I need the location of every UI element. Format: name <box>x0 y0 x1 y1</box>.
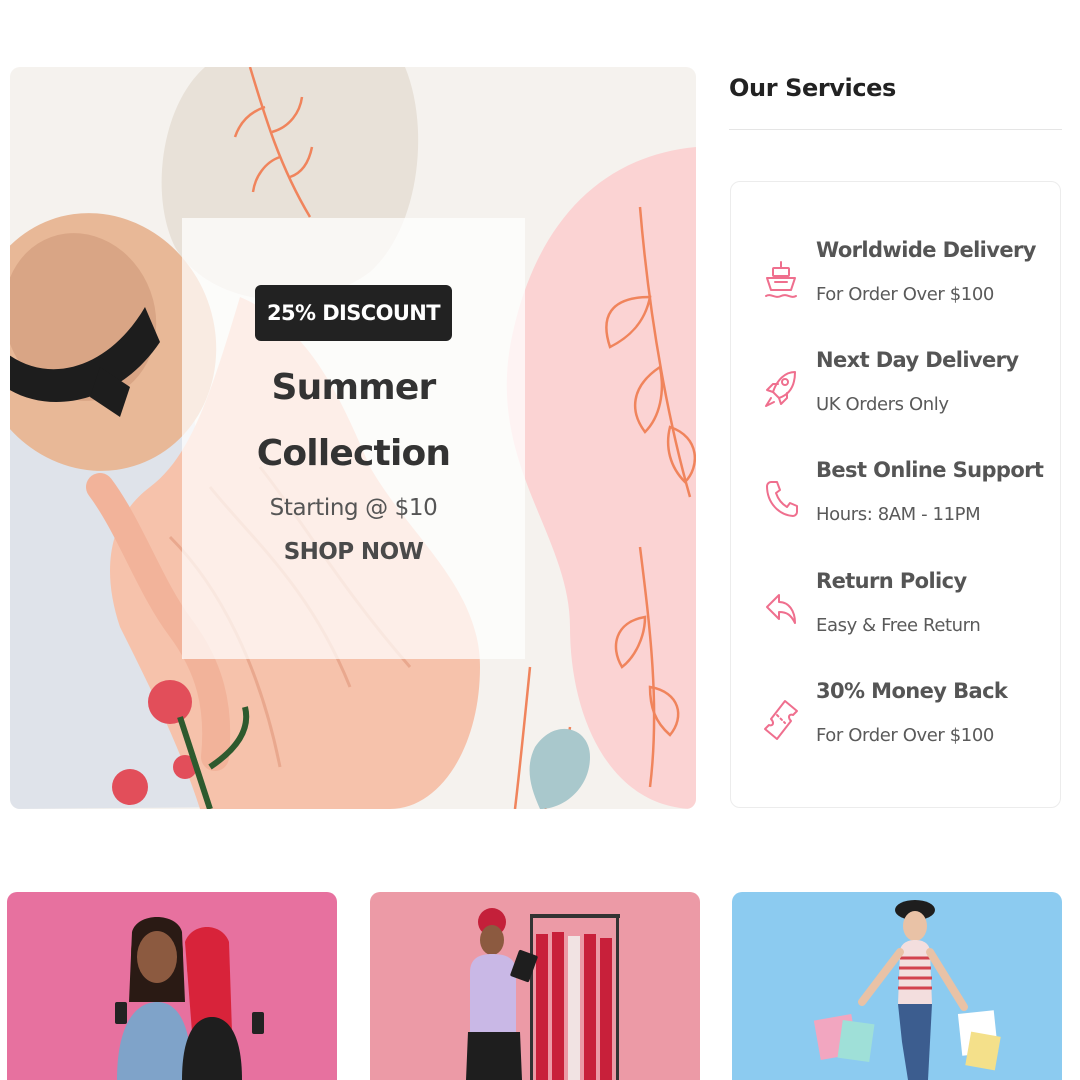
ticket-icon <box>764 700 798 740</box>
service-subtitle: For Order Over $100 <box>816 284 994 305</box>
service-title: Next Day Delivery <box>816 348 1019 372</box>
hero-banner[interactable]: 25% DISCOUNT Summer Collection Starting … <box>10 67 696 809</box>
category-image <box>7 892 337 1080</box>
services-divider <box>729 129 1062 130</box>
service-subtitle: UK Orders Only <box>816 394 949 415</box>
service-title: Worldwide Delivery <box>816 238 1036 262</box>
service-money-back: 30% Money Back For Order Over $100 <box>731 679 1061 769</box>
service-title: Best Online Support <box>816 458 1044 482</box>
rocket-icon <box>765 371 796 407</box>
category-image <box>732 892 1062 1080</box>
service-next-day-delivery: Next Day Delivery UK Orders Only <box>731 348 1061 438</box>
hero-title: Summer Collection <box>257 355 451 487</box>
service-online-support: Best Online Support Hours: 8AM - 11PM <box>731 458 1061 548</box>
category-card-2[interactable] <box>370 892 700 1080</box>
ship-icon <box>765 261 797 298</box>
hero-title-line2: Collection <box>256 433 451 474</box>
service-return-policy: Return Policy Easy & Free Return <box>731 569 1061 659</box>
services-heading: Our Services <box>729 74 896 102</box>
category-card-3[interactable] <box>732 892 1062 1080</box>
discount-badge: 25% DISCOUNT <box>255 285 452 341</box>
service-subtitle: Hours: 8AM - 11PM <box>816 504 981 525</box>
service-title: 30% Money Back <box>816 679 1008 703</box>
service-subtitle: Easy & Free Return <box>816 615 981 636</box>
return-arrow-icon <box>766 594 796 624</box>
service-worldwide-delivery: Worldwide Delivery For Order Over $100 <box>731 238 1061 328</box>
phone-icon <box>766 481 798 517</box>
services-panel: Worldwide Delivery For Order Over $100 N… <box>730 181 1061 808</box>
hero-promo-card: 25% DISCOUNT Summer Collection Starting … <box>182 218 525 659</box>
category-image <box>370 892 700 1080</box>
hero-price-subtitle: Starting @ $10 <box>269 495 438 521</box>
shop-now-link[interactable]: SHOP NOW <box>284 539 424 565</box>
hero-title-line1: Summer <box>271 367 437 408</box>
category-card-1[interactable] <box>7 892 337 1080</box>
service-title: Return Policy <box>816 569 967 593</box>
service-subtitle: For Order Over $100 <box>816 725 994 746</box>
